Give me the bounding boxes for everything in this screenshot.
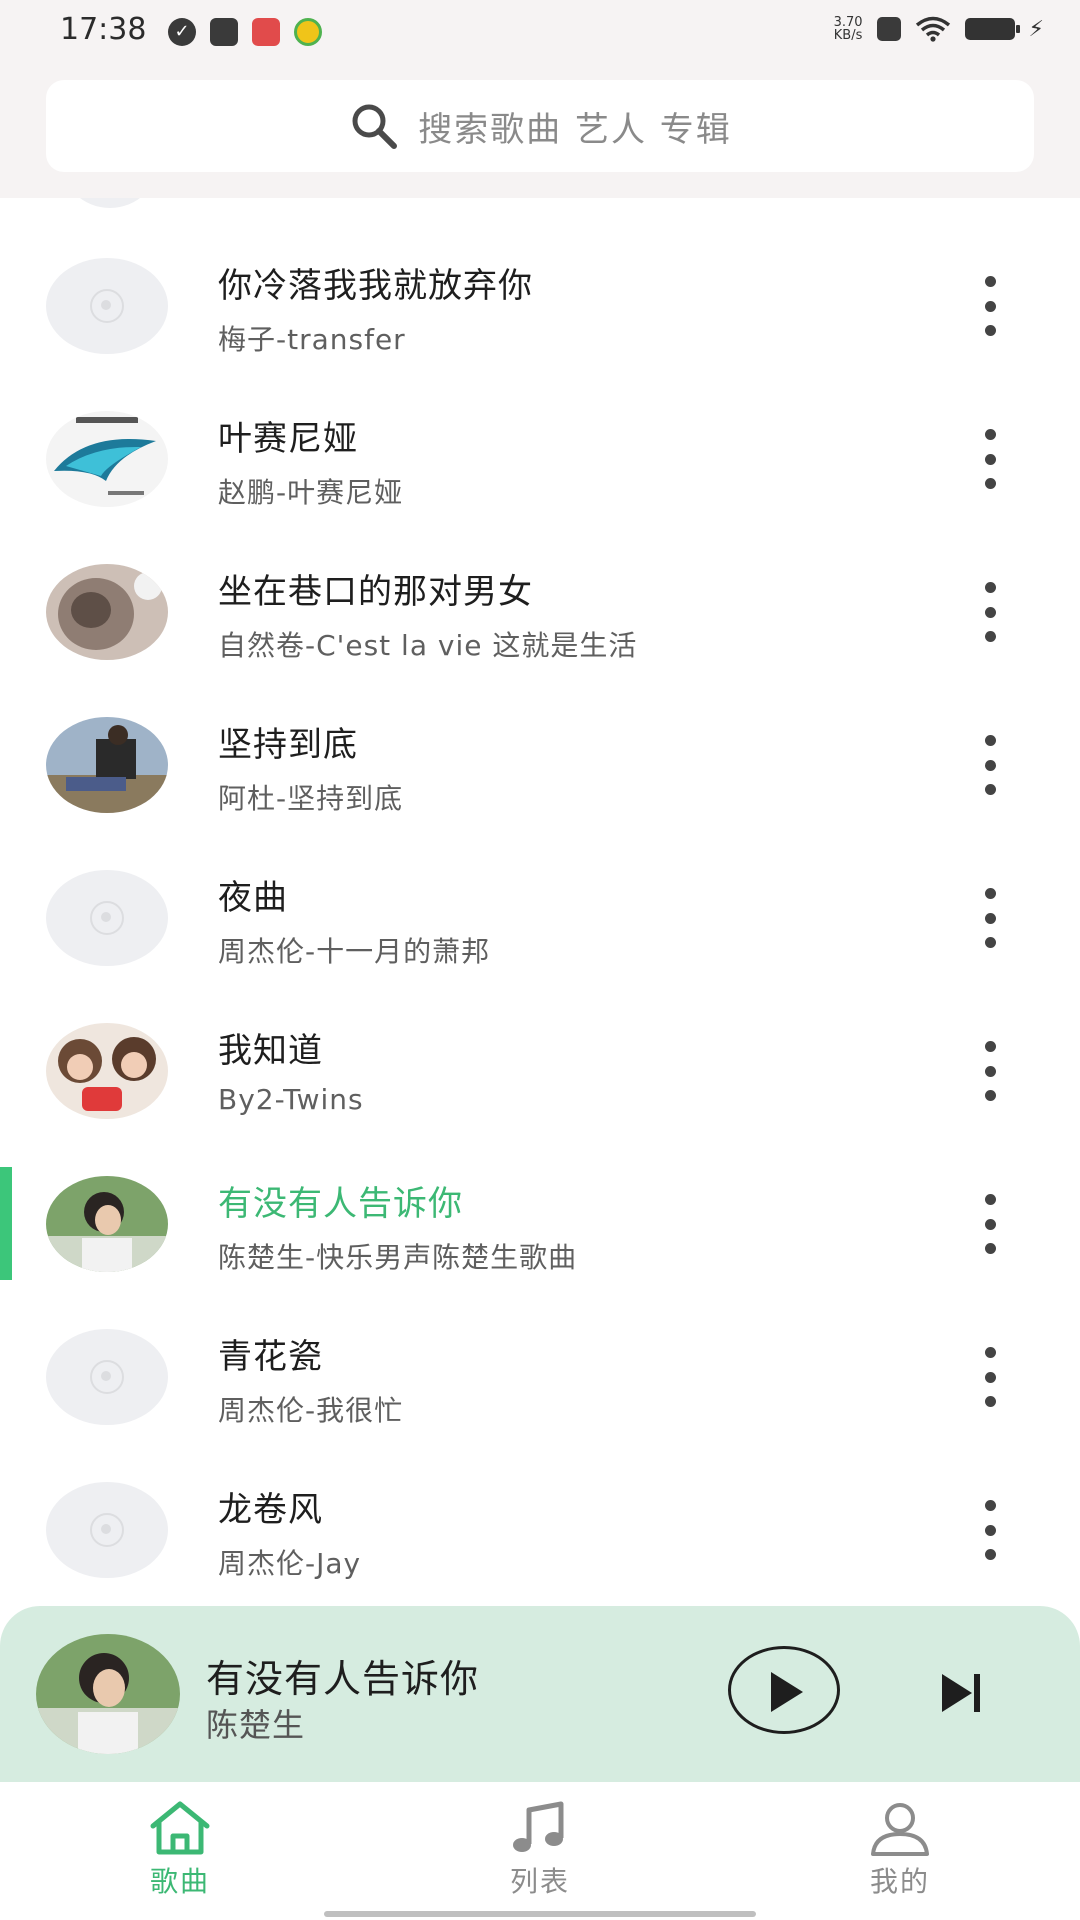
now-playing-indicator [0, 1167, 12, 1280]
album-cover [46, 717, 168, 813]
song-artist-album: 阿杜-坚持到底 [218, 782, 404, 815]
player-artist: 陈楚生 [206, 1706, 306, 1744]
player-song-title: 有没有人告诉你 [206, 1657, 480, 1701]
song-title: 坐在巷口的那对男女 [218, 572, 533, 612]
song-title: 青花瓷 [218, 1337, 323, 1377]
list-item[interactable]: 青花瓷 周杰伦-我很忙 [0, 1307, 1080, 1459]
disc-placeholder-icon [46, 1329, 168, 1425]
search-placeholder: 搜索歌曲 艺人 专辑 [418, 109, 732, 150]
list-item[interactable]: 龙卷风 周杰伦-Jay [0, 1460, 1080, 1606]
song-artist-album: 陈楚生-快乐男声陈楚生歌曲 [218, 1241, 578, 1274]
list-item[interactable]: 你冷落我我就放弃你 梅子-transfer [0, 236, 1080, 388]
song-title: 有没有人告诉你 [218, 1184, 463, 1224]
mail-icon [210, 18, 238, 46]
disc-placeholder-icon [46, 870, 168, 966]
song-title: 坚持到底 [218, 725, 358, 765]
status-bar: 17:38 ✓ 3.70 KB/s ⚡ [0, 0, 1080, 66]
mini-player[interactable]: 有没有人告诉你 陈楚生 [0, 1606, 1080, 1782]
list-item[interactable]: 夜曲 周杰伦-十一月的萧邦 [0, 848, 1080, 1000]
song-list[interactable]: 你冷落我我就放弃你 梅子-transfer 叶赛尼娅 赵鹏-叶赛尼娅 坐在巷口的… [0, 198, 1080, 1606]
album-cover [46, 564, 168, 660]
app-notification-icon [252, 18, 280, 46]
list-item[interactable]: 坚持到底 阿杜-坚持到底 [0, 695, 1080, 847]
app-notification-icon [294, 18, 322, 46]
system-icons: 3.70 KB/s ⚡ [834, 16, 1044, 42]
person-icon [871, 1803, 929, 1856]
status-time: 17:38 [60, 12, 147, 47]
song-artist-album: 自然卷-C'est la vie 这就是生活 [218, 629, 638, 662]
search-area: 搜索歌曲 艺人 专辑 [0, 66, 1080, 198]
more-options-icon[interactable] [976, 582, 1004, 642]
more-options-icon[interactable] [976, 276, 1004, 336]
song-artist-album: By2-Twins [218, 1083, 364, 1116]
search-icon [352, 104, 398, 149]
more-options-icon[interactable] [976, 735, 1004, 795]
song-title: 我知道 [218, 1031, 323, 1071]
charging-bolt-icon: ⚡ [1028, 16, 1044, 42]
battery-icon [964, 18, 1020, 40]
song-title: 夜曲 [218, 878, 288, 918]
song-title: 叶赛尼娅 [218, 419, 358, 459]
song-artist-album: 周杰伦-Jay [218, 1547, 362, 1580]
play-button[interactable] [728, 1646, 840, 1734]
list-item[interactable]: 叶赛尼娅 赵鹏-叶赛尼娅 [0, 389, 1080, 541]
home-icon [150, 1801, 210, 1855]
tab-songs[interactable]: 歌曲 [110, 1800, 250, 1910]
song-artist-album: 周杰伦-十一月的萧邦 [218, 935, 491, 968]
network-speed: 3.70 KB/s [833, 15, 863, 43]
music-note-icon [513, 1801, 564, 1852]
tab-label: 列表 [509, 1865, 570, 1898]
bottom-tab-bar: 歌曲 列表 我的 [0, 1782, 1080, 1920]
more-options-icon[interactable] [976, 1041, 1004, 1101]
tab-playlists[interactable]: 列表 [470, 1800, 610, 1910]
more-options-icon[interactable] [976, 1500, 1004, 1560]
song-title: 你冷落我我就放弃你 [218, 266, 533, 306]
album-cover [46, 411, 168, 507]
more-options-icon[interactable] [976, 1347, 1004, 1407]
home-indicator[interactable] [324, 1911, 756, 1917]
album-cover [46, 1023, 168, 1119]
list-item[interactable]: 坐在巷口的那对男女 自然卷-C'est la vie 这就是生活 [0, 542, 1080, 694]
play-icon [771, 1672, 803, 1712]
album-cover [46, 1176, 168, 1272]
wifi-icon [915, 16, 950, 42]
list-item-partial[interactable] [0, 198, 1080, 218]
list-item[interactable]: 我知道 By2-Twins [0, 1001, 1080, 1153]
player-album-cover[interactable] [36, 1634, 180, 1754]
more-options-icon[interactable] [976, 1194, 1004, 1254]
search-input[interactable]: 搜索歌曲 艺人 专辑 [46, 80, 1034, 172]
disc-placeholder-icon [46, 1482, 168, 1578]
notification-icons: ✓ [168, 18, 322, 46]
check-circle-icon: ✓ [168, 18, 196, 46]
song-artist-album: 赵鹏-叶赛尼娅 [218, 476, 404, 509]
disc-placeholder-icon [46, 258, 168, 354]
close-box-icon [876, 17, 901, 41]
more-options-icon[interactable] [976, 888, 1004, 948]
song-artist-album: 梅子-transfer [218, 323, 406, 356]
disc-placeholder-icon [60, 198, 160, 208]
tab-profile[interactable]: 我的 [830, 1800, 970, 1910]
skip-next-icon[interactable] [938, 1670, 984, 1716]
list-item-active[interactable]: 有没有人告诉你 陈楚生-快乐男声陈楚生歌曲 [0, 1154, 1080, 1306]
song-artist-album: 周杰伦-我很忙 [218, 1394, 404, 1427]
song-title: 龙卷风 [218, 1490, 323, 1530]
more-options-icon[interactable] [976, 429, 1004, 489]
tab-label: 我的 [869, 1865, 930, 1898]
tab-label: 歌曲 [149, 1865, 210, 1898]
